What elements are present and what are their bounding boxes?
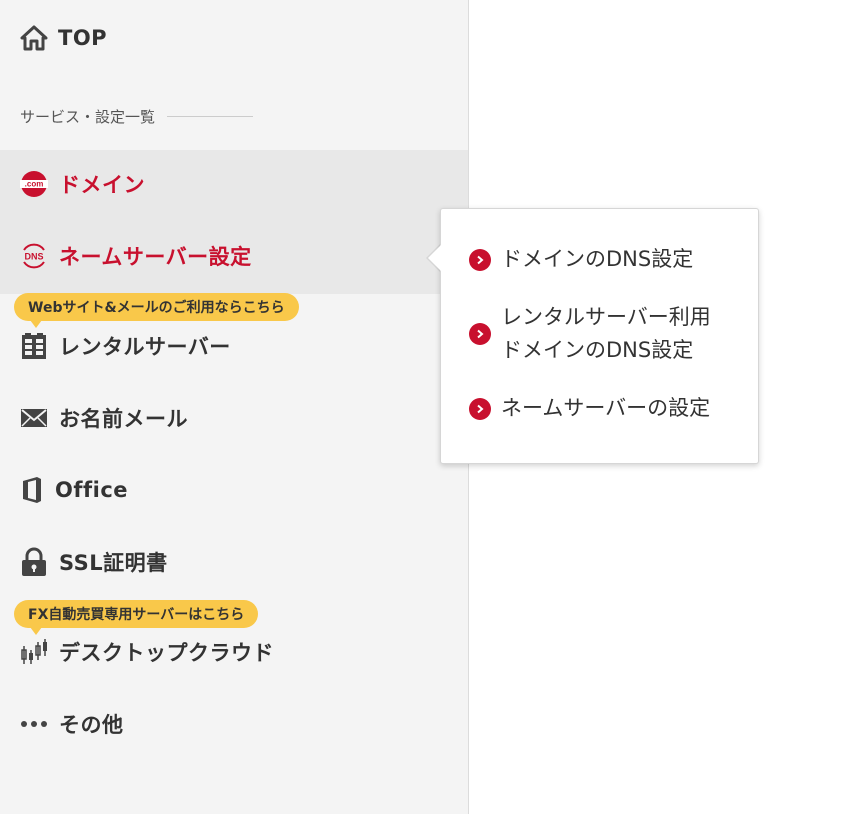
dotcom-icon: .com — [20, 170, 48, 198]
nameserver-submenu-popup: ドメインのDNS設定 レンタルサーバー利用 ドメインのDNS設定 ネームサーバー… — [440, 208, 759, 464]
section-divider — [167, 116, 254, 117]
nav-mail-label: お名前メール — [59, 407, 188, 431]
sidebar: TOP サービス・設定一覧 .com ドメイン DNS ネームサーバー設定 We… — [0, 0, 469, 814]
more-dots-icon — [20, 720, 48, 728]
nav-desktop-cloud-label: デスクトップクラウド — [59, 641, 274, 665]
candlestick-chart-icon — [20, 638, 48, 666]
submenu-domain-dns-label: ドメインのDNS設定 — [501, 247, 694, 271]
chevron-right-icon — [469, 323, 491, 345]
submenu-domain-dns[interactable]: ドメインのDNS設定 — [469, 243, 693, 276]
nav-desktop-cloud[interactable]: デスクトップクラウド — [20, 634, 274, 670]
home-icon — [20, 25, 48, 51]
dns-icon: DNS — [20, 242, 48, 270]
rental-server-promo-badge[interactable]: Webサイト&メールのご利用ならこちら — [14, 293, 299, 328]
section-heading-text: サービス・設定一覧 — [20, 108, 156, 126]
submenu-rental-domain-dns-label: レンタルサーバー利用 ドメインのDNS設定 — [501, 305, 711, 362]
nav-office-label: Office — [55, 478, 129, 502]
services-section-heading: サービス・設定一覧 — [20, 106, 254, 127]
office-icon — [20, 476, 44, 504]
desktop-cloud-promo-badge[interactable]: FX自動売買専用サーバーはこちら — [14, 600, 259, 635]
nav-nameserver[interactable]: DNS ネームサーバー設定 — [20, 238, 252, 274]
nav-mail[interactable]: お名前メール — [20, 400, 188, 436]
envelope-icon — [20, 407, 48, 429]
server-icon — [20, 332, 48, 360]
nav-other-label: その他 — [59, 713, 124, 737]
submenu-nameserver-settings-label: ネームサーバーの設定 — [501, 396, 711, 420]
svg-text:.com: .com — [25, 180, 44, 189]
chevron-right-icon — [469, 397, 491, 420]
nav-top[interactable]: TOP — [20, 22, 107, 54]
chevron-right-icon — [469, 248, 491, 271]
nav-other[interactable]: その他 — [20, 706, 124, 742]
nav-domain[interactable]: .com ドメイン — [20, 166, 145, 202]
submenu-rental-domain-dns[interactable]: レンタルサーバー利用 ドメインのDNS設定 — [469, 301, 711, 367]
nav-ssl-label: SSL証明書 — [59, 551, 168, 575]
nav-domain-label: ドメイン — [59, 173, 145, 197]
submenu-nameserver-settings[interactable]: ネームサーバーの設定 — [469, 392, 710, 425]
nav-rental-server[interactable]: レンタルサーバー — [20, 328, 231, 364]
svg-text:DNS: DNS — [24, 252, 43, 262]
nav-nameserver-label: ネームサーバー設定 — [59, 245, 252, 269]
nav-rental-server-label: レンタルサーバー — [59, 335, 231, 359]
nav-ssl[interactable]: SSL証明書 — [20, 544, 168, 580]
popup-pointer-fill — [428, 245, 441, 271]
lock-icon — [20, 547, 48, 577]
nav-top-label: TOP — [58, 26, 108, 50]
nav-office[interactable]: Office — [20, 472, 128, 508]
